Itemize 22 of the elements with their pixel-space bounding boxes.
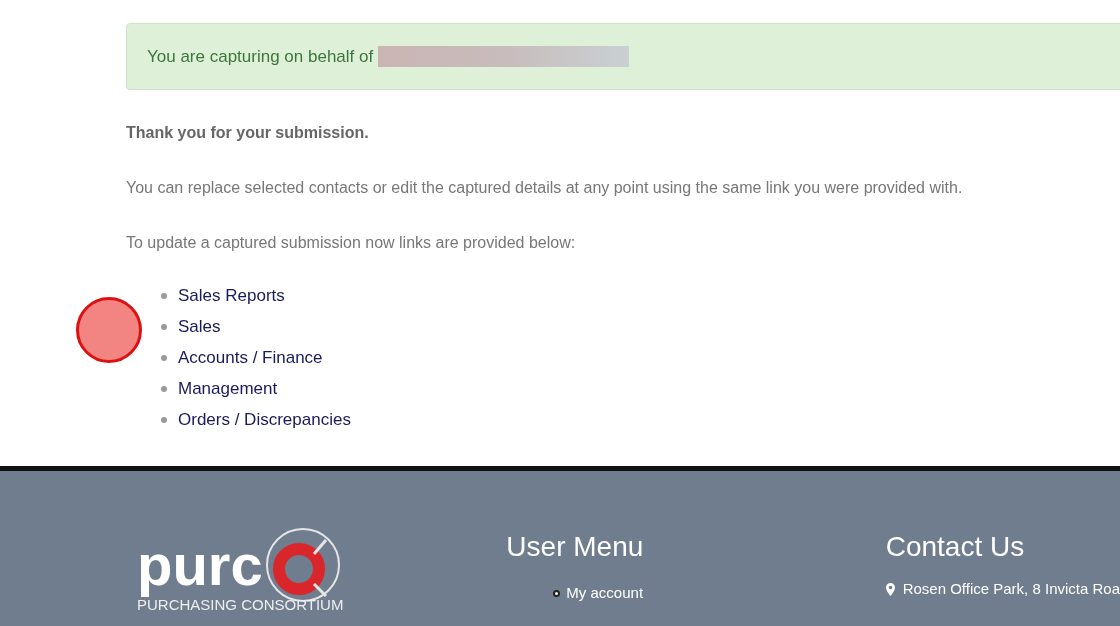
bullet-icon bbox=[553, 589, 561, 597]
footer-link[interactable]: My account bbox=[566, 582, 644, 605]
submission-link[interactable]: Accounts / Finance bbox=[178, 344, 323, 371]
address-text: Rosen Office Park, 8 Invicta Roa bbox=[902, 579, 1120, 599]
submission-link[interactable]: Sales Reports bbox=[178, 282, 285, 309]
bullet-icon bbox=[161, 354, 167, 361]
logo-wordmark: purc bbox=[137, 532, 263, 598]
logo-tagline: PURCHASING CONSORTIUM bbox=[137, 596, 345, 614]
footer-heading: Contact Us bbox=[885, 530, 1026, 564]
alert-text: You are capturing on behalf of bbox=[147, 45, 374, 68]
paragraph: To update a captured submission now links are provided below: bbox=[126, 233, 577, 253]
submission-link[interactable]: Orders / Discrepancies bbox=[178, 406, 351, 433]
paragraph: You can replace selected contacts or edit the captured details at any point using the same link you were provided with. bbox=[126, 178, 964, 198]
location-pin-icon bbox=[885, 582, 895, 596]
footer-heading: User Menu bbox=[506, 530, 645, 564]
bullet-icon bbox=[161, 292, 167, 299]
bullet-icon bbox=[161, 416, 167, 423]
heading: Thank you for your submission. bbox=[126, 123, 370, 143]
bullet-icon bbox=[161, 385, 167, 392]
submission-link[interactable]: Sales bbox=[178, 313, 221, 340]
submission-link[interactable]: Management bbox=[178, 375, 278, 402]
bullet-icon bbox=[161, 323, 167, 330]
